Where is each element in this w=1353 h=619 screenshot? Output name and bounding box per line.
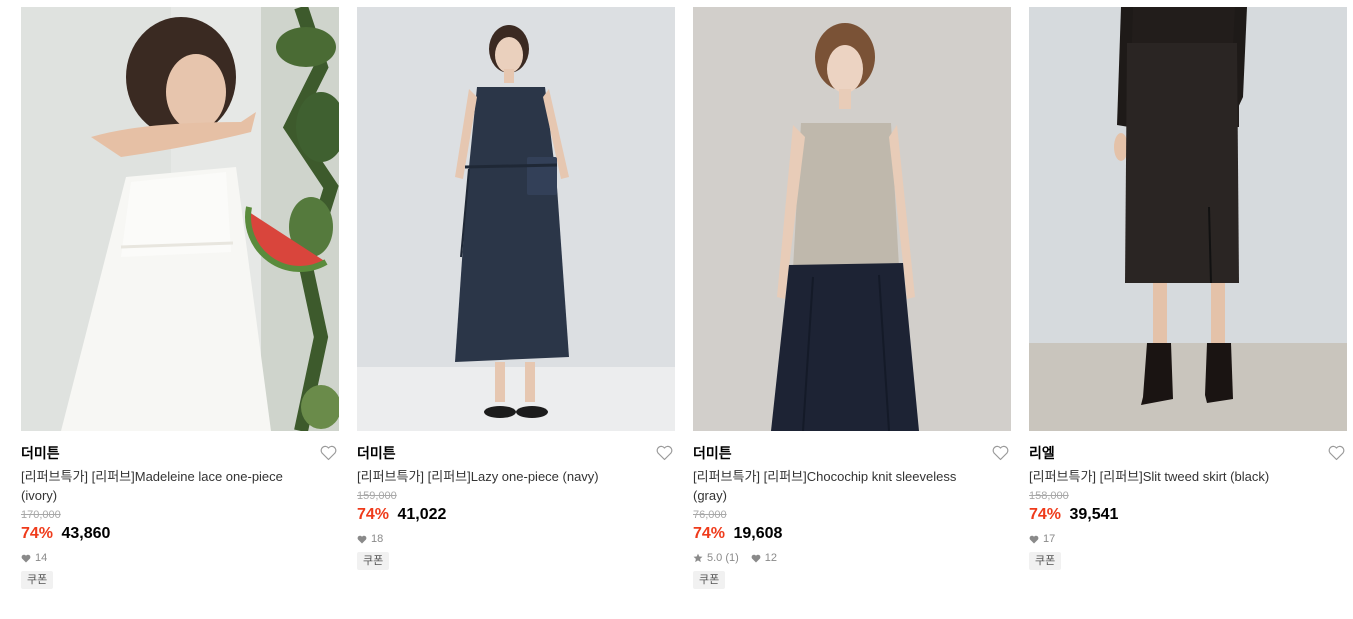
- likes: 17: [1029, 532, 1055, 546]
- product-info: 더미튼 [리퍼브특가] [리퍼브]Lazy one-piece (navy) 1…: [357, 431, 675, 570]
- rating-value: 5.0 (1): [707, 552, 739, 564]
- likes-count: 14: [35, 552, 48, 564]
- discount-rate: 74%: [21, 525, 54, 542]
- product-stats: 17: [1029, 532, 1347, 546]
- product-title[interactable]: [리퍼브특가] [리퍼브]Lazy one-piece (navy): [357, 467, 657, 486]
- product-card[interactable]: 더미튼 [리퍼브특가] [리퍼브]Lazy one-piece (navy) 1…: [357, 7, 675, 570]
- original-price: 76,000: [693, 509, 727, 521]
- sale-price: 19,608: [733, 525, 783, 542]
- original-price: 170,000: [21, 509, 61, 521]
- coupon-badge: 쿠폰: [357, 552, 390, 570]
- price-row: 74% 19,608: [693, 523, 1011, 545]
- likes: 12: [751, 551, 777, 565]
- discount-rate: 74%: [693, 525, 726, 542]
- sale-price: 41,022: [397, 506, 447, 523]
- rating: 5.0 (1): [693, 551, 739, 565]
- heart-filled-icon: [1029, 535, 1039, 544]
- product-info: 리엘 [리퍼브특가] [리퍼브]Slit tweed skirt (black)…: [1029, 431, 1347, 570]
- product-image[interactable]: [21, 7, 339, 431]
- price-row: 74% 43,860: [21, 523, 339, 545]
- likes: 18: [357, 532, 383, 546]
- heart-filled-icon: [751, 554, 761, 563]
- heart-filled-icon: [21, 554, 31, 563]
- heart-filled-icon: [357, 535, 367, 544]
- heart-icon[interactable]: [320, 445, 337, 461]
- likes: 14: [21, 551, 47, 565]
- heart-icon[interactable]: [992, 445, 1009, 461]
- product-stats: 18: [357, 532, 675, 546]
- product-info: 더미튼 [리퍼브특가] [리퍼브]Chocochip knit sleevele…: [693, 431, 1011, 589]
- coupon-badge: 쿠폰: [21, 571, 54, 589]
- original-price: 159,000: [357, 490, 397, 502]
- product-image[interactable]: [357, 7, 675, 431]
- product-title[interactable]: [리퍼브특가] [리퍼브]Madeleine lace one-piece (i…: [21, 467, 321, 505]
- product-stats: 14: [21, 551, 339, 565]
- product-card[interactable]: 리엘 [리퍼브특가] [리퍼브]Slit tweed skirt (black)…: [1029, 7, 1347, 570]
- coupon-badge: 쿠폰: [1029, 552, 1062, 570]
- product-card[interactable]: 더미튼 [리퍼브특가] [리퍼브]Madeleine lace one-piec…: [21, 7, 339, 589]
- product-image[interactable]: [1029, 7, 1347, 431]
- product-card[interactable]: 더미튼 [리퍼브특가] [리퍼브]Chocochip knit sleevele…: [693, 7, 1011, 589]
- price-row: 74% 39,541: [1029, 504, 1347, 526]
- heart-icon[interactable]: [656, 445, 673, 461]
- sale-price: 43,860: [61, 525, 111, 542]
- likes-count: 17: [1043, 533, 1056, 545]
- brand-name[interactable]: 리엘: [1029, 444, 1347, 462]
- discount-rate: 74%: [1029, 506, 1062, 523]
- product-grid: 더미튼 [리퍼브특가] [리퍼브]Madeleine lace one-piec…: [0, 0, 1353, 619]
- brand-name[interactable]: 더미튼: [357, 444, 675, 462]
- price-row: 74% 41,022: [357, 504, 675, 526]
- product-image[interactable]: [693, 7, 1011, 431]
- brand-name[interactable]: 더미튼: [693, 444, 1011, 462]
- brand-name[interactable]: 더미튼: [21, 444, 339, 462]
- product-title[interactable]: [리퍼브특가] [리퍼브]Chocochip knit sleeveless (…: [693, 467, 993, 505]
- heart-icon[interactable]: [1328, 445, 1345, 461]
- original-price: 158,000: [1029, 490, 1069, 502]
- sale-price: 39,541: [1069, 506, 1119, 523]
- coupon-badge: 쿠폰: [693, 571, 726, 589]
- discount-rate: 74%: [357, 506, 390, 523]
- product-stats: 5.0 (1) 12: [693, 551, 1011, 565]
- product-title[interactable]: [리퍼브특가] [리퍼브]Slit tweed skirt (black): [1029, 467, 1329, 486]
- product-info: 더미튼 [리퍼브특가] [리퍼브]Madeleine lace one-piec…: [21, 431, 339, 589]
- star-icon: [693, 553, 703, 563]
- likes-count: 18: [371, 533, 384, 545]
- likes-count: 12: [764, 552, 778, 564]
